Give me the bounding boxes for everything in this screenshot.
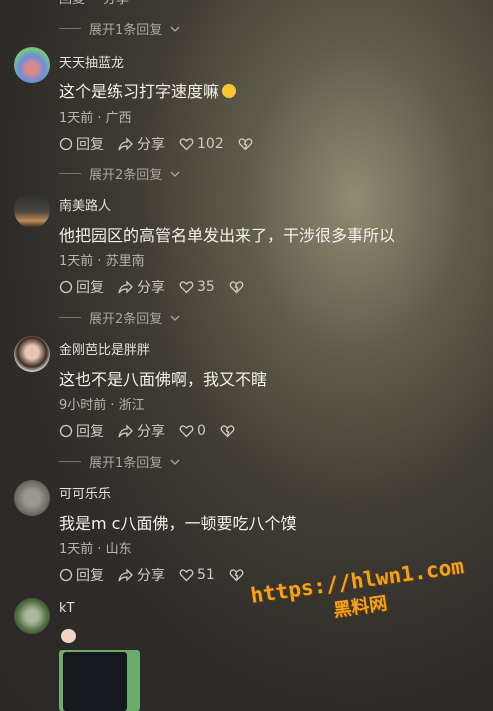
- comment-actions: 回复 分享 35: [59, 277, 258, 297]
- avatar[interactable]: [14, 480, 50, 516]
- commenter-name[interactable]: kT: [59, 601, 74, 616]
- sticker-emoji-icon: [61, 629, 76, 643]
- reply-label: 回复: [76, 568, 104, 584]
- expand-replies-label: 展开1条回复: [89, 456, 163, 471]
- like-button[interactable]: 102: [179, 136, 224, 152]
- chevron-down-icon: [170, 315, 180, 321]
- expand-replies[interactable]: 展开1条回复: [59, 19, 180, 38]
- heart-icon: [179, 569, 194, 582]
- like-count: 0: [197, 423, 206, 439]
- reply-button[interactable]: 回复: [59, 421, 104, 441]
- share-icon: [118, 137, 133, 151]
- reply-icon: [59, 568, 73, 582]
- reply-label: 回复: [76, 137, 104, 153]
- comment-meta: 1天前 · 山东: [59, 542, 132, 557]
- like-button[interactable]: 35: [179, 279, 215, 295]
- like-count: 102: [197, 136, 224, 152]
- reply-button[interactable]: 回复: [59, 0, 85, 7]
- share-button[interactable]: 分享: [118, 277, 165, 297]
- comment-text: 这也不是八面佛啊，我又不瞎: [59, 370, 268, 389]
- commenter-name[interactable]: 天天抽蓝龙: [59, 52, 124, 71]
- reply-label: 回复: [76, 280, 104, 296]
- heart-icon: [179, 281, 194, 294]
- reply-button[interactable]: 回复: [59, 134, 104, 154]
- like-button[interactable]: 51: [179, 567, 215, 583]
- broken-heart-icon: [220, 425, 235, 438]
- dislike-button[interactable]: [220, 424, 235, 438]
- expand-replies[interactable]: 展开2条回复: [59, 164, 180, 183]
- broken-heart-icon: [229, 281, 244, 294]
- share-label: 分享: [137, 424, 165, 440]
- comment-text: 这个是练习打字速度嘛: [59, 78, 237, 102]
- broken-heart-icon: [229, 569, 244, 582]
- comment-image[interactable]: [59, 650, 140, 711]
- share-button[interactable]: 分享: [118, 421, 165, 441]
- avatar[interactable]: [14, 598, 50, 634]
- share-icon: [118, 280, 133, 294]
- watermark: https://hlwn1.com 黑料网: [249, 554, 469, 633]
- chevron-down-icon: [170, 171, 180, 177]
- chevron-down-icon: [170, 459, 180, 465]
- commenter-name[interactable]: 金刚芭比是胖胖: [59, 339, 150, 358]
- broken-heart-icon: [238, 138, 253, 151]
- share-button[interactable]: 分享: [103, 0, 129, 7]
- commenter-name[interactable]: 可可乐乐: [59, 483, 111, 502]
- reply-icon: [59, 280, 73, 294]
- share-button[interactable]: 分享: [118, 134, 165, 154]
- dislike-button[interactable]: [229, 568, 244, 582]
- share-label: 分享: [137, 137, 165, 153]
- expand-replies-label: 展开2条回复: [89, 312, 163, 327]
- heart-icon: [179, 138, 194, 151]
- comment-actions: 回复 分享 51: [59, 565, 258, 585]
- reply-icon: [59, 137, 73, 151]
- share-button[interactable]: 分享: [118, 565, 165, 585]
- comment-meta: 1天前 · 广西: [59, 111, 132, 126]
- commenter-name[interactable]: 南美路人: [59, 195, 111, 214]
- share-label: 分享: [137, 280, 165, 296]
- like-count: 51: [197, 567, 215, 583]
- reply-icon: [59, 424, 73, 438]
- comment-text: 我是m c八面佛，一顿要吃八个馍: [59, 514, 297, 533]
- avatar[interactable]: [14, 47, 50, 83]
- like-count: 35: [197, 279, 215, 295]
- partial-comment-actions: 回复 分享 0: [59, 0, 155, 7]
- heart-icon: [179, 425, 194, 438]
- expand-replies[interactable]: 展开1条回复: [59, 452, 180, 471]
- expand-replies-label: 展开2条回复: [89, 168, 163, 183]
- reply-button[interactable]: 回复: [59, 565, 104, 585]
- comment-meta: 9小时前 · 浙江: [59, 398, 145, 413]
- like-count[interactable]: 0: [147, 0, 155, 7]
- expand-replies[interactable]: 展开2条回复: [59, 308, 180, 327]
- dislike-button[interactable]: [238, 137, 253, 151]
- avatar[interactable]: [14, 192, 50, 228]
- comment-actions: 回复 分享 102: [59, 134, 267, 154]
- reply-label: 回复: [76, 424, 104, 440]
- laugh-emoji-icon: [222, 84, 237, 98]
- image-screen: [63, 652, 127, 711]
- reply-button[interactable]: 回复: [59, 277, 104, 297]
- expand-replies-label: 展开1条回复: [89, 23, 163, 38]
- comment-meta: 1天前 · 苏里南: [59, 254, 145, 269]
- comment-actions: 回复 分享 0: [59, 421, 249, 441]
- dislike-button[interactable]: [229, 280, 244, 294]
- comment-text: 他把园区的高管名单发出来了，干涉很多事所以: [59, 226, 396, 245]
- share-label: 分享: [137, 568, 165, 584]
- share-icon: [118, 568, 133, 582]
- share-icon: [118, 424, 133, 438]
- avatar[interactable]: [14, 336, 50, 372]
- like-button[interactable]: 0: [179, 423, 206, 439]
- chevron-down-icon: [170, 26, 180, 32]
